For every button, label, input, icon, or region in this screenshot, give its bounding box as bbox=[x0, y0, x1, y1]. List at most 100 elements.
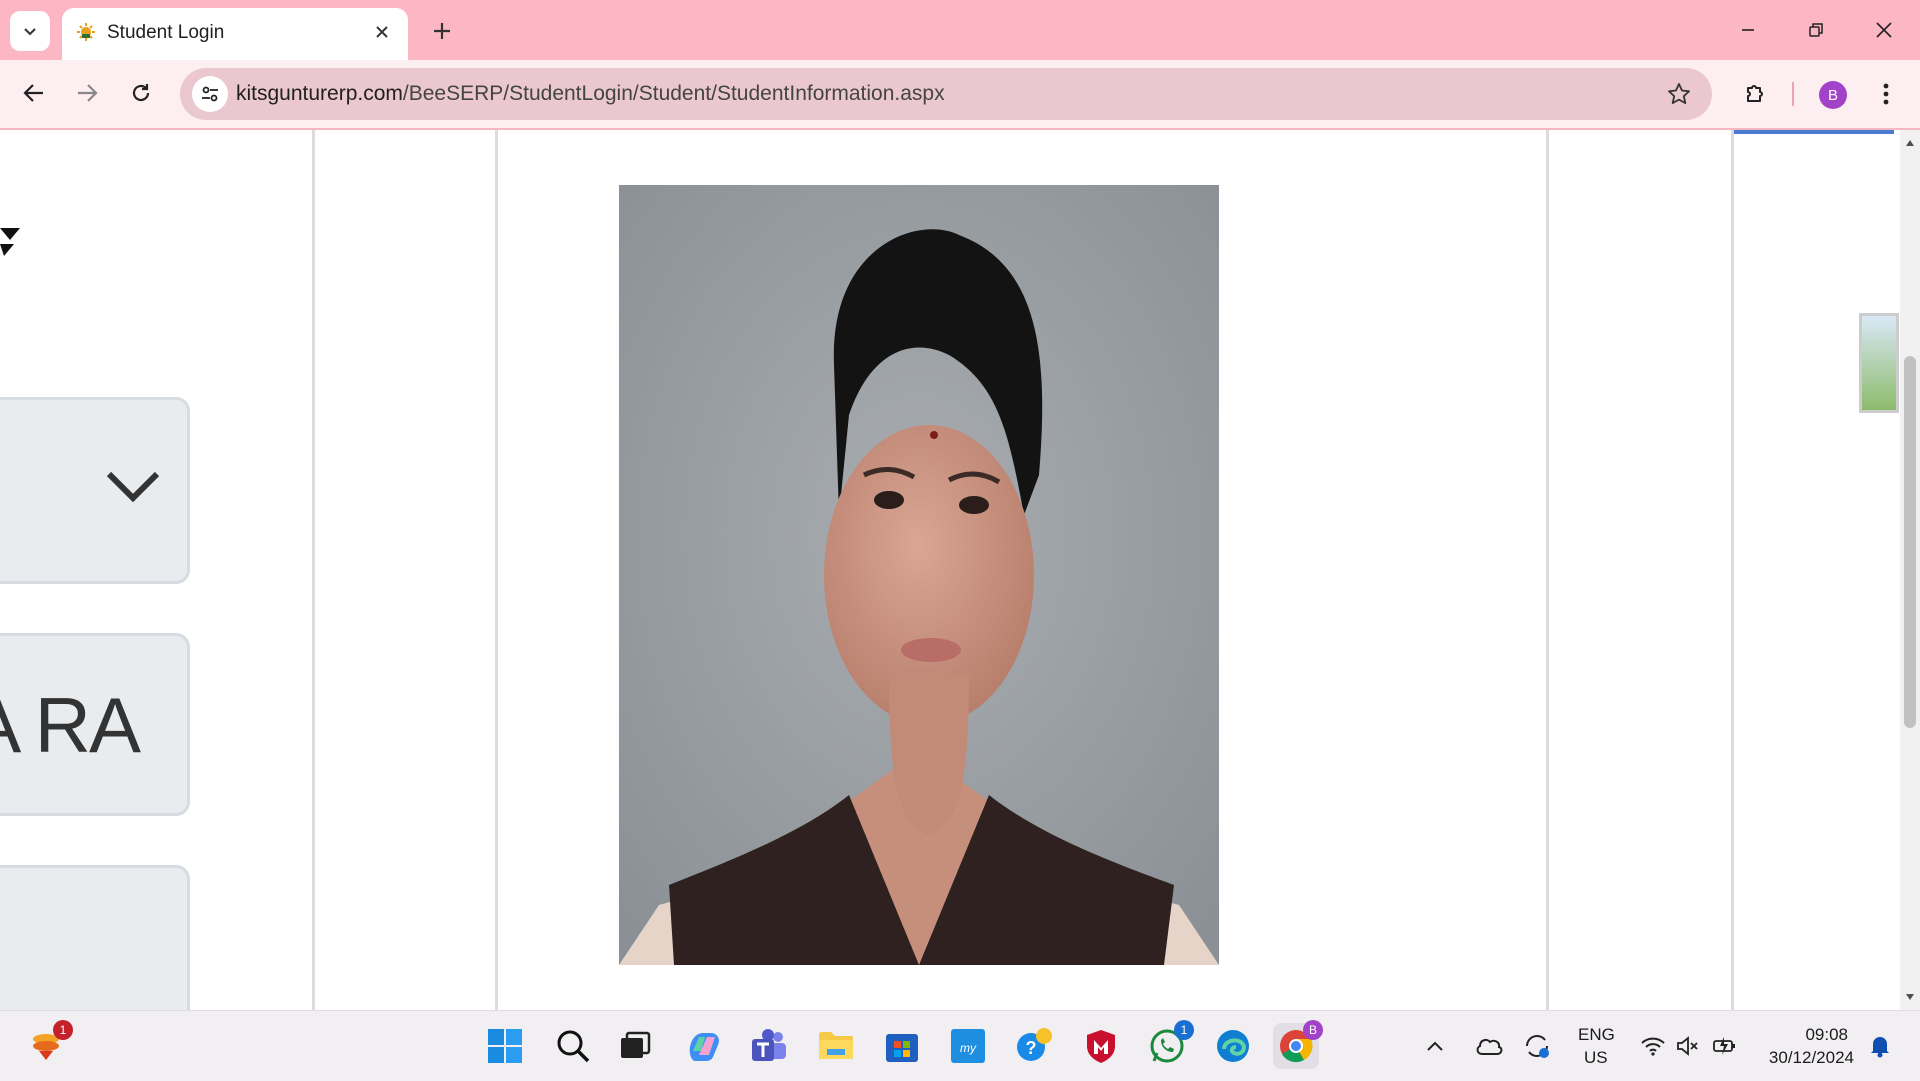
chevron-down-icon bbox=[106, 471, 160, 503]
task-view-icon bbox=[621, 1031, 651, 1058]
show-hidden-icons-button[interactable] bbox=[1420, 1023, 1450, 1069]
page-scrollbar[interactable] bbox=[1900, 130, 1920, 1010]
copilot-icon bbox=[689, 1033, 720, 1061]
store-icon bbox=[886, 1034, 918, 1062]
edge-icon bbox=[1217, 1030, 1249, 1062]
language-line1: ENG bbox=[1578, 1025, 1615, 1044]
language-indicator[interactable]: ENG US bbox=[1570, 1023, 1626, 1069]
dropdown-caret-icon bbox=[0, 228, 20, 256]
folder-icon bbox=[819, 1032, 853, 1059]
site-favicon-icon bbox=[77, 23, 95, 41]
bell-icon bbox=[1871, 1037, 1889, 1058]
page-content: A RA bbox=[0, 130, 1900, 1010]
notifications-button[interactable] bbox=[1862, 1023, 1898, 1069]
toolbar-divider bbox=[1792, 82, 1794, 106]
store-button[interactable] bbox=[879, 1023, 925, 1069]
student-photo bbox=[619, 185, 1219, 965]
site-info-button[interactable] bbox=[192, 76, 228, 112]
reload-icon bbox=[132, 84, 150, 102]
stacked-app-button[interactable]: 1 bbox=[23, 1020, 73, 1069]
url-text[interactable]: kitsgunturerp.com/BeeSERP/StudentLogin/S… bbox=[236, 82, 945, 106]
browser-toolbar: kitsgunturerp.com/BeeSERP/StudentLogin/S… bbox=[0, 60, 1920, 130]
column-divider bbox=[1546, 130, 1549, 1010]
plus-icon bbox=[434, 23, 450, 39]
forward-button[interactable] bbox=[67, 73, 107, 113]
teams-icon bbox=[752, 1029, 786, 1061]
windows-taskbar: 1 my ? 1 B ENG US 09:08 30/12/2024 bbox=[0, 1010, 1920, 1081]
edge-button[interactable] bbox=[1210, 1023, 1256, 1069]
scroll-thumb[interactable] bbox=[1904, 356, 1916, 728]
url-path: /BeeSERP/StudentLogin/Student/StudentInf… bbox=[402, 82, 945, 105]
whatsapp-badge: 1 bbox=[1174, 1020, 1194, 1040]
tab-close-button[interactable] bbox=[368, 18, 396, 46]
help-icon: ? bbox=[1017, 1028, 1052, 1061]
clock-date: 30/12/2024 bbox=[1768, 1048, 1854, 1067]
get-help-button[interactable]: ? bbox=[1011, 1023, 1057, 1069]
windows-icon bbox=[488, 1029, 522, 1063]
language-line2: US bbox=[1584, 1048, 1608, 1067]
close-icon bbox=[1876, 22, 1892, 38]
volume-muted-icon bbox=[1677, 1036, 1698, 1056]
restore-button[interactable] bbox=[1782, 0, 1850, 60]
minimize-button[interactable] bbox=[1714, 0, 1782, 60]
wifi-button[interactable] bbox=[1635, 1023, 1671, 1069]
wifi-icon bbox=[1641, 1037, 1665, 1056]
address-bar[interactable]: kitsgunturerp.com/BeeSERP/StudentLogin/S… bbox=[180, 68, 1712, 120]
minimize-icon bbox=[1742, 29, 1754, 31]
select-field[interactable] bbox=[0, 397, 190, 584]
close-window-button[interactable] bbox=[1850, 0, 1918, 60]
more-vertical-icon bbox=[1883, 83, 1889, 105]
bookmark-button[interactable] bbox=[1664, 79, 1694, 109]
extensions-button[interactable] bbox=[1736, 73, 1776, 113]
close-icon bbox=[376, 26, 388, 38]
whatsapp-button[interactable]: 1 bbox=[1144, 1020, 1194, 1069]
scroll-down-icon[interactable] bbox=[1905, 992, 1915, 1002]
back-button[interactable] bbox=[14, 73, 54, 113]
name-field[interactable]: A RA bbox=[0, 633, 190, 816]
arrow-right-icon bbox=[78, 84, 98, 102]
sync-button[interactable] bbox=[1519, 1023, 1555, 1069]
cloud-icon bbox=[1476, 1038, 1503, 1055]
tab-strip: Student Login bbox=[0, 0, 1920, 60]
teams-button[interactable] bbox=[746, 1023, 792, 1069]
hp-icon: my bbox=[951, 1029, 985, 1063]
tune-icon bbox=[202, 86, 218, 102]
myhp-button[interactable]: my bbox=[945, 1023, 991, 1069]
notification-badge: 1 bbox=[53, 1020, 73, 1040]
volume-button[interactable] bbox=[1670, 1023, 1706, 1069]
svg-text:my: my bbox=[960, 1041, 977, 1055]
mcafee-button[interactable] bbox=[1078, 1023, 1124, 1069]
star-icon bbox=[1668, 83, 1690, 104]
file-explorer-button[interactable] bbox=[813, 1023, 859, 1069]
tab-student-login[interactable]: Student Login bbox=[62, 8, 408, 60]
new-tab-button[interactable] bbox=[424, 13, 460, 49]
scroll-up-icon[interactable] bbox=[1905, 138, 1915, 148]
column-divider bbox=[495, 130, 498, 1010]
search-icon bbox=[557, 1030, 590, 1063]
url-host: kitsgunturerp.com bbox=[236, 82, 403, 105]
shield-icon bbox=[1087, 1030, 1115, 1063]
profile-avatar[interactable]: B bbox=[1819, 81, 1847, 109]
copilot-button[interactable] bbox=[681, 1023, 727, 1069]
battery-button[interactable] bbox=[1707, 1023, 1743, 1069]
start-button[interactable] bbox=[482, 1023, 528, 1069]
chrome-profile-badge: B bbox=[1303, 1020, 1323, 1040]
onedrive-button[interactable] bbox=[1471, 1023, 1507, 1069]
active-indicator bbox=[1734, 130, 1894, 134]
task-view-button[interactable] bbox=[612, 1023, 658, 1069]
reload-button[interactable] bbox=[121, 73, 161, 113]
clock-time: 09:08 bbox=[1805, 1025, 1848, 1044]
arrow-left-icon bbox=[23, 84, 43, 102]
svg-text:?: ? bbox=[1026, 1038, 1037, 1058]
chevron-up-icon bbox=[1427, 1041, 1443, 1051]
puzzle-icon bbox=[1747, 85, 1763, 102]
chevron-down-icon bbox=[24, 28, 36, 36]
tab-search-button[interactable] bbox=[10, 11, 50, 51]
side-image-thumbnail[interactable] bbox=[1859, 313, 1899, 413]
chrome-button[interactable]: B bbox=[1273, 1020, 1323, 1069]
clock[interactable]: 09:08 30/12/2024 bbox=[1752, 1023, 1862, 1069]
column-divider bbox=[312, 130, 315, 1010]
browser-menu-button[interactable] bbox=[1872, 75, 1900, 113]
search-button[interactable] bbox=[550, 1023, 596, 1069]
text-field[interactable] bbox=[0, 865, 190, 1010]
